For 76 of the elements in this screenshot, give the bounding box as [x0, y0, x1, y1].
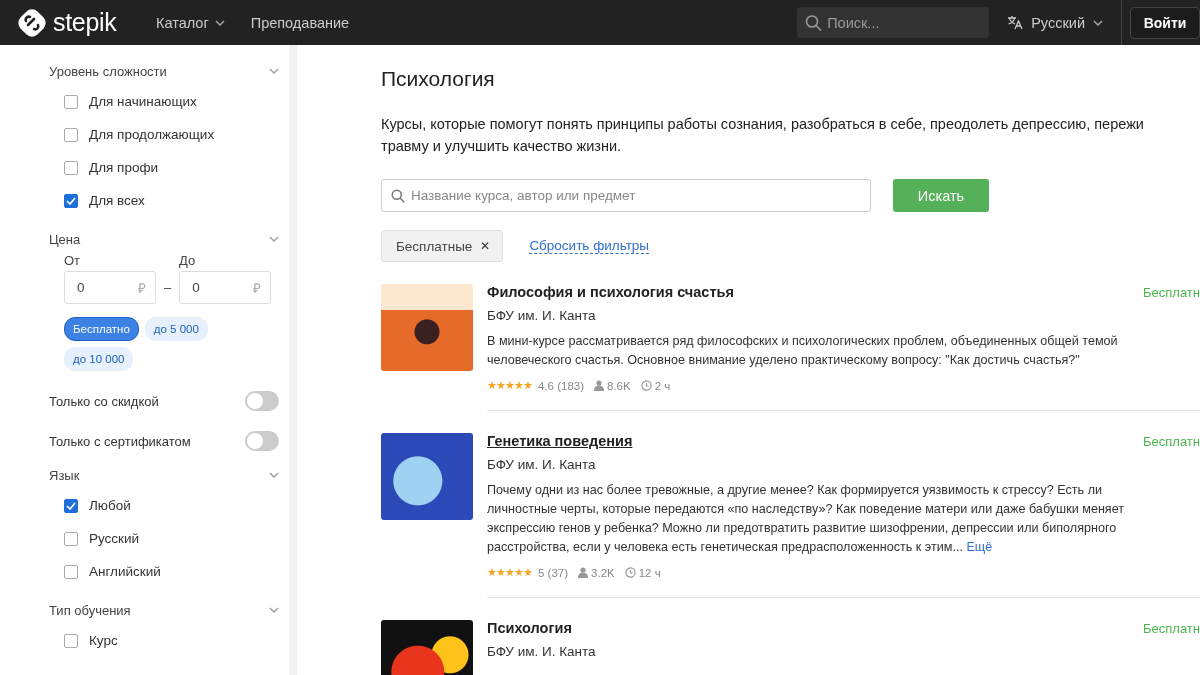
- course-duration: 12 ч: [638, 566, 661, 579]
- field-label: До: [179, 253, 196, 268]
- course-description: В мини-курсе рассматривается ряд философских и психологических проблем, объединенных общей темой человеческого счастья. Основное внимание уделено практическому вопросу: "Как достичь счастья?": [487, 333, 1119, 369]
- toggle-label: Только со скидкой: [49, 393, 159, 409]
- star-rating: ★★★★★: [487, 566, 532, 579]
- chevron-down-icon: [269, 68, 279, 74]
- filter-heading: Уровень сложности: [49, 63, 167, 79]
- nav-link[interactable]: Каталог: [156, 14, 225, 31]
- course-price: Бесплатн: [1143, 434, 1200, 449]
- person-icon: [594, 380, 605, 391]
- rating-text: 5 (37): [538, 566, 569, 579]
- checkbox-label[interactable]: Курс: [89, 633, 118, 648]
- checkbox[interactable]: [64, 94, 78, 109]
- course-description: Почему одни из нас более тревожные, а другие менее? Как формируется уязвимость к стрессу? Есть ли личностные черты, которые передаются «по наследству»? Как поведение матери или даже бабушки меняет экспрессию генов у ребенка? Можно ли предотвратить развитие шизофрении, депрессии или биполярного расстройства, если у человека есть генетическая предрасположенность к этим... Ещё: [487, 482, 1126, 556]
- course-title[interactable]: Психология: [487, 620, 572, 636]
- reset-filters-link[interactable]: Сбросить фильтры: [529, 238, 650, 254]
- course-author: БФУ им. И. Канта: [487, 457, 597, 472]
- rating-text: 4.6 (183): [538, 379, 585, 392]
- checkbox-label[interactable]: Для начинающих: [89, 94, 197, 109]
- search-field[interactable]: Поиск...: [797, 7, 990, 38]
- course-title[interactable]: Генетика поведения: [487, 433, 633, 449]
- checkbox-label[interactable]: Для всех: [89, 193, 145, 208]
- active-filter-chip[interactable]: Бесплатные ✕: [381, 230, 504, 262]
- course-price: Бесплатн: [1143, 621, 1200, 636]
- checkbox-label[interactable]: Для продолжающих: [89, 127, 215, 142]
- login-button[interactable]: Войти: [1130, 6, 1200, 39]
- learners-count: 3.2K: [591, 566, 615, 579]
- price-chip[interactable]: Бесплатно: [64, 317, 139, 341]
- course-title[interactable]: Философия и психология счастья: [487, 284, 734, 300]
- course-author: БФУ им. И. Канта: [487, 644, 597, 659]
- checkbox[interactable]: [64, 193, 78, 208]
- price-chip[interactable]: до 10 000: [64, 347, 134, 371]
- learners-count: 8.6K: [607, 379, 631, 392]
- checkbox[interactable]: [64, 531, 78, 546]
- currency-sign: ₽: [253, 280, 262, 297]
- clock-icon: [624, 567, 636, 578]
- star-rating: ★★★★★: [487, 379, 532, 392]
- checkbox[interactable]: [64, 127, 78, 142]
- checkbox[interactable]: [64, 498, 78, 513]
- course-search-field[interactable]: Название курса, автор или предмет: [381, 179, 871, 212]
- checkbox-label[interactable]: Русский: [89, 531, 140, 546]
- search-icon: [391, 188, 405, 203]
- toggle-switch[interactable]: [245, 391, 279, 411]
- price-chip[interactable]: до 5 000: [144, 317, 208, 341]
- nav-link[interactable]: Преподавание: [250, 14, 350, 31]
- caret-icon: [214, 19, 225, 26]
- range-dash: –: [164, 280, 172, 295]
- checkbox-label[interactable]: Английский: [89, 564, 161, 579]
- course-price: Бесплатн: [1143, 285, 1200, 300]
- logo-text[interactable]: stepik: [53, 8, 117, 37]
- search-icon: [805, 14, 823, 31]
- caret-icon: [1093, 19, 1103, 26]
- checkbox[interactable]: [64, 160, 78, 175]
- filter-heading: Тип обучения: [49, 602, 131, 618]
- course-duration: 2 ч: [654, 379, 671, 392]
- chevron-down-icon: [269, 472, 279, 478]
- clock-icon: [640, 380, 652, 391]
- filter-heading: Язык: [49, 467, 80, 483]
- person-icon: [578, 567, 589, 578]
- translate-icon: [1007, 15, 1024, 30]
- chevron-down-icon: [269, 236, 279, 242]
- checkbox-label[interactable]: Любой: [89, 498, 131, 513]
- currency-sign: ₽: [138, 280, 146, 297]
- chevron-down-icon: [269, 607, 279, 613]
- language-selector[interactable]: Русский: [1007, 14, 1103, 31]
- toggle-label: Только с сертификатом: [49, 433, 191, 449]
- filter-heading: Цена: [49, 231, 81, 247]
- checkbox[interactable]: [64, 564, 78, 579]
- checkbox-label[interactable]: Для профи: [89, 160, 159, 175]
- more-link[interactable]: Ещё: [966, 540, 993, 554]
- page-title: Психология: [381, 67, 496, 91]
- field-label: От: [64, 253, 81, 268]
- category-description: Курсы, которые помогут понять принципы работы сознания, разобраться в себе, преодолеть депрессию, пережи травму и улучшить качество жизни.: [381, 115, 1145, 156]
- course-author: БФУ им. И. Канта: [487, 308, 597, 323]
- toggle-switch[interactable]: [245, 431, 279, 451]
- checkbox[interactable]: [64, 633, 78, 648]
